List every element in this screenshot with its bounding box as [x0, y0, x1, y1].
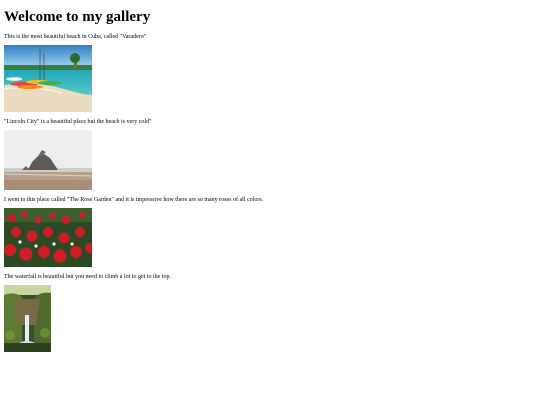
beach-with-kayaks-photo: [4, 45, 92, 112]
waterfall-photo: [4, 285, 51, 352]
red-roses-photo: [4, 208, 92, 267]
caption-lincoln-city: "Lincoln City" is a beautiful place but …: [4, 119, 152, 125]
caption-waterfall: The waterfall is beautiful but you need …: [4, 274, 171, 280]
page-title: Welcome to my gallery: [4, 9, 151, 25]
caption-rose-garden: I went to this place called "The Rose Ga…: [4, 197, 264, 203]
page: Welcome to my gallery This is the most b…: [0, 0, 540, 405]
rock-on-beach-photo: [4, 130, 92, 190]
caption-varadero: This is the most beautiful beach in Cuba…: [4, 34, 147, 40]
